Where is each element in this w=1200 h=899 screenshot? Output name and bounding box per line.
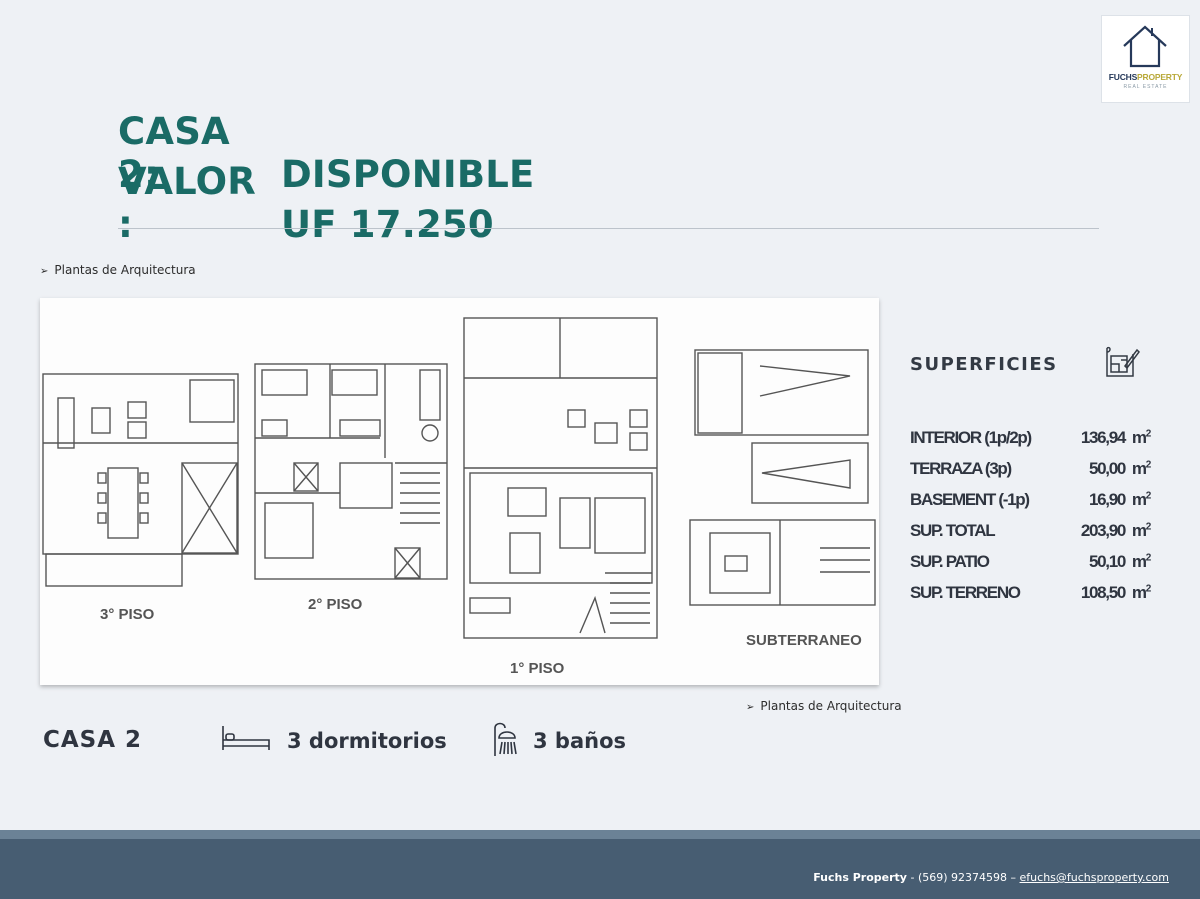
sup-row-terreno: SUP. TERRENO 108,50 m2	[910, 583, 1151, 602]
house-logo-icon	[1123, 25, 1167, 68]
bullet-plantas-top: ➢ Plantas de Arquitectura	[40, 263, 196, 277]
blueprint-icon	[1106, 346, 1140, 377]
floor-label-basement: SUBTERRANEO	[746, 632, 862, 649]
bullet-plantas-bottom: ➢ Plantas de Arquitectura	[746, 699, 902, 713]
arrow-bullet-icon: ➢	[746, 702, 755, 713]
footer-company: Fuchs Property	[813, 871, 907, 884]
sup-row-patio: SUP. PATIO 50,10 m2	[910, 552, 1151, 571]
price-value: UF 17.250	[281, 203, 494, 246]
footer-contact: Fuchs Property - (569) 92374598 – efuchs…	[813, 871, 1169, 884]
sup-row-terraza: TERRAZA (3p) 50,00 m2	[910, 459, 1151, 478]
floor-label-third: 3° PISO	[100, 606, 155, 623]
architectural-plan-drawing	[42, 317, 876, 639]
floor-label-first: 1° PISO	[510, 660, 565, 677]
floor-label-second: 2° PISO	[308, 596, 363, 613]
bathrooms-count: 3 baños	[533, 729, 627, 753]
bed-icon	[222, 726, 270, 750]
bedrooms-count: 3 dormitorios	[287, 729, 447, 753]
footer-phone: (569) 92374598	[917, 871, 1008, 884]
logo-wordmark: FUCHSPROPERTY	[1108, 72, 1183, 82]
superficies-title: SUPERFICIES	[910, 354, 1058, 375]
footer-accent-strip	[0, 830, 1200, 839]
sup-row-basement: BASEMENT (-1p) 16,90 m2	[910, 490, 1151, 509]
price-label: VALOR :	[118, 160, 256, 246]
title-divider	[118, 228, 1099, 229]
logo-tagline: REAL ESTATE	[1123, 84, 1168, 90]
casa-label: CASA 2	[43, 727, 143, 753]
arrow-bullet-icon: ➢	[40, 266, 49, 277]
sup-row-interior: INTERIOR (1p/2p) 136,94 m2	[910, 428, 1151, 447]
company-logo: FUCHSPROPERTY REAL ESTATE	[1101, 15, 1190, 103]
footer-bar: Fuchs Property - (569) 92374598 – efuchs…	[0, 839, 1200, 899]
footer-email-link[interactable]: efuchs@fuchsproperty.com	[1020, 871, 1169, 884]
floor-plan-image: 3° PISO 2° PISO 1° PISO SUBTERRANEO	[40, 298, 879, 685]
price-line: VALOR : UF 17.250	[118, 160, 494, 246]
sup-row-total: SUP. TOTAL 203,90 m2	[910, 521, 1151, 540]
shower-icon	[494, 722, 517, 756]
